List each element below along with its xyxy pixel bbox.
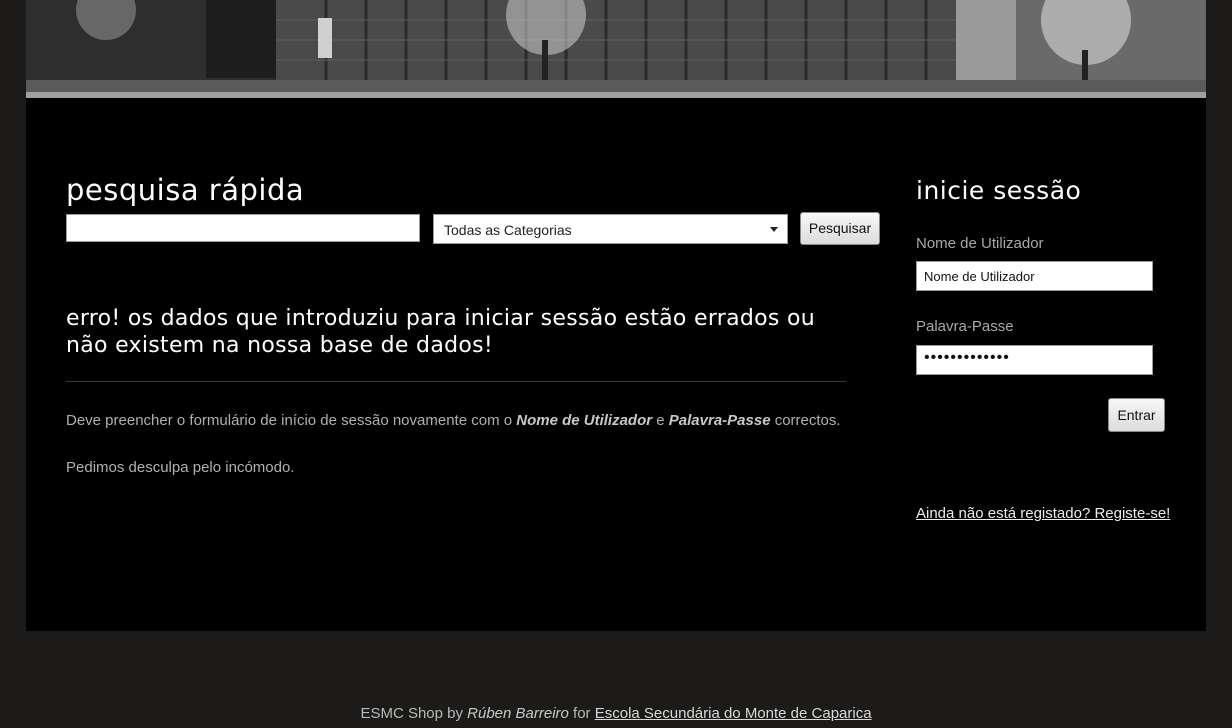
header-banner-image [26, 0, 1206, 98]
search-input[interactable] [66, 214, 420, 242]
password-field[interactable]: ••••••••••••• [916, 345, 1153, 375]
apology-message: Pedimos desculpa pelo incómodo. [66, 459, 295, 476]
error-message-suffix: correctos. [770, 412, 841, 429]
error-message-term-username: Nome de Utilizador [516, 412, 653, 429]
error-message: Deve preencher o formulário de início de… [66, 412, 841, 429]
password-label: Palavra-Passe [916, 318, 1014, 335]
category-select[interactable]: Todas as Categorias [433, 214, 788, 244]
footer-school-link[interactable]: Escola Secundária do Monte de Caparica [595, 705, 872, 722]
username-field[interactable]: Nome de Utilizador [916, 261, 1153, 291]
main-content-panel: pesquisa rápida Todas as Categorias Pesq… [26, 98, 1206, 631]
register-link[interactable]: Ainda não está registado? Registe-se! [916, 505, 1170, 522]
login-section-title: inicie sessão [916, 176, 1082, 205]
enter-button[interactable]: Entrar [1108, 398, 1165, 432]
error-message-conjunction: e [652, 412, 669, 429]
username-label: Nome de Utilizador [916, 235, 1044, 252]
search-button[interactable]: Pesquisar [800, 212, 880, 245]
search-section-title: pesquisa rápida [66, 173, 305, 207]
chevron-down-icon [770, 227, 778, 232]
footer-author: Rúben Barreiro [467, 705, 569, 722]
category-select-value: Todas as Categorias [444, 222, 572, 238]
divider [66, 381, 846, 382]
error-message-term-password: Palavra-Passe [668, 412, 771, 429]
footer-connector: for [568, 705, 595, 722]
error-title: erro! os dados que introduziu para inici… [66, 306, 815, 358]
footer: ESMC Shop by Rúben Barreiro for Escola S… [0, 705, 1232, 722]
footer-shop-name: ESMC Shop by [360, 705, 468, 722]
error-message-prefix: Deve preencher o formulário de início de… [66, 412, 517, 429]
